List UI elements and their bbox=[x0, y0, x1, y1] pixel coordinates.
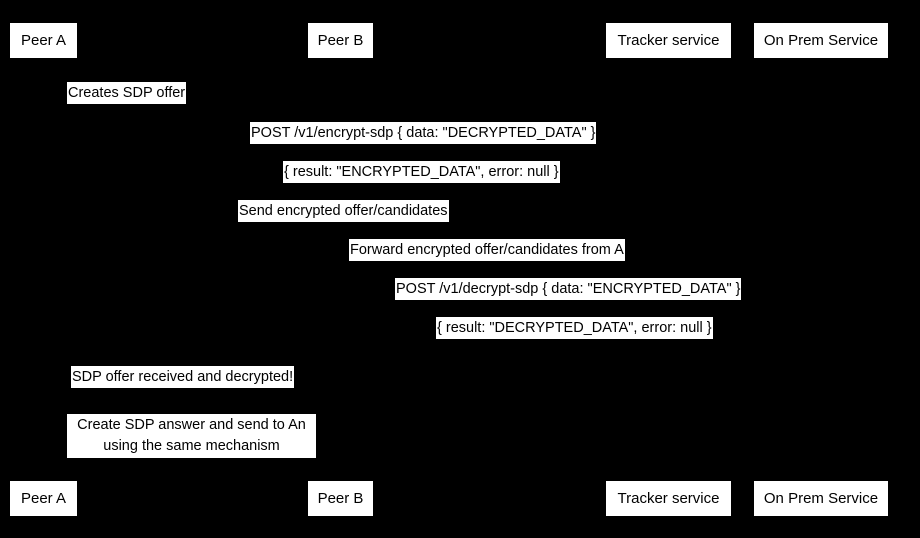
connector-creates-sdp-offer bbox=[43, 104, 103, 105]
participant-label: Peer A bbox=[20, 490, 67, 507]
participant-label: Tracker service bbox=[617, 32, 720, 49]
connector-post-decrypt-sdp bbox=[340, 300, 820, 301]
message-label-post-decrypt-sdp: POST /v1/decrypt-sdp { data: "ENCRYPTED_… bbox=[395, 278, 742, 300]
note-line-2: using the same mechanism bbox=[103, 438, 280, 454]
message-label-forward-encrypted-offer: Forward encrypted offer/candidates from … bbox=[349, 239, 625, 261]
participant-tracker-service-bottom[interactable]: Tracker service bbox=[605, 480, 732, 517]
message-text: POST /v1/decrypt-sdp { data: "ENCRYPTED_… bbox=[396, 281, 741, 297]
sequence-diagram: Peer A Peer B Tracker service On Prem Se… bbox=[0, 0, 920, 538]
lifeline-peer-a bbox=[43, 59, 44, 479]
participant-label: On Prem Service bbox=[763, 490, 879, 507]
participant-label: On Prem Service bbox=[763, 32, 879, 49]
participant-label: Peer A bbox=[20, 32, 67, 49]
participant-label: Peer B bbox=[317, 490, 364, 507]
message-text: SDP offer received and decrypted! bbox=[72, 369, 294, 385]
connector-send-encrypted-offer bbox=[43, 222, 668, 223]
participant-on-prem-service-bottom[interactable]: On Prem Service bbox=[753, 480, 889, 517]
connector-forward-encrypted-offer bbox=[340, 261, 668, 262]
message-text: { result: "DECRYPTED_DATA", error: null … bbox=[437, 320, 712, 336]
message-label-encrypt-sdp-result: { result: "ENCRYPTED_DATA", error: null … bbox=[283, 161, 560, 183]
participant-peer-b-top[interactable]: Peer B bbox=[307, 22, 374, 59]
message-label-decrypt-sdp-result: { result: "DECRYPTED_DATA", error: null … bbox=[436, 317, 713, 339]
message-text: Send encrypted offer/candidates bbox=[239, 203, 448, 219]
connector-post-encrypt-sdp bbox=[43, 144, 820, 145]
connector-encrypt-sdp-result bbox=[43, 183, 820, 184]
participant-peer-b-bottom[interactable]: Peer B bbox=[307, 480, 374, 517]
message-text: POST /v1/encrypt-sdp { data: "DECRYPTED_… bbox=[251, 125, 596, 141]
message-text: Forward encrypted offer/candidates from … bbox=[350, 242, 624, 258]
message-label-send-encrypted-offer: Send encrypted offer/candidates bbox=[238, 200, 449, 222]
lifeline-on-prem-service bbox=[820, 59, 821, 479]
message-label-creates-sdp-offer: Creates SDP offer bbox=[67, 82, 187, 104]
message-text: { result: "ENCRYPTED_DATA", error: null … bbox=[284, 164, 559, 180]
participant-on-prem-service-top[interactable]: On Prem Service bbox=[753, 22, 889, 59]
participant-peer-a-bottom[interactable]: Peer A bbox=[9, 480, 78, 517]
participant-label: Tracker service bbox=[617, 490, 720, 507]
lifeline-tracker-service bbox=[668, 59, 669, 479]
participant-tracker-service-top[interactable]: Tracker service bbox=[605, 22, 732, 59]
participant-label: Peer B bbox=[317, 32, 364, 49]
message-text: Creates SDP offer bbox=[68, 85, 186, 101]
connector-sdp-offer-received bbox=[43, 388, 340, 389]
participant-peer-a-top[interactable]: Peer A bbox=[9, 22, 78, 59]
note-line-1: Create SDP answer and send to An bbox=[77, 417, 306, 433]
connector-decrypt-sdp-result bbox=[340, 339, 820, 340]
message-label-sdp-offer-received: SDP offer received and decrypted! bbox=[71, 366, 295, 388]
message-label-post-encrypt-sdp: POST /v1/encrypt-sdp { data: "DECRYPTED_… bbox=[250, 122, 597, 144]
note-create-sdp-answer: Create SDP answer and send to An using t… bbox=[67, 414, 316, 458]
